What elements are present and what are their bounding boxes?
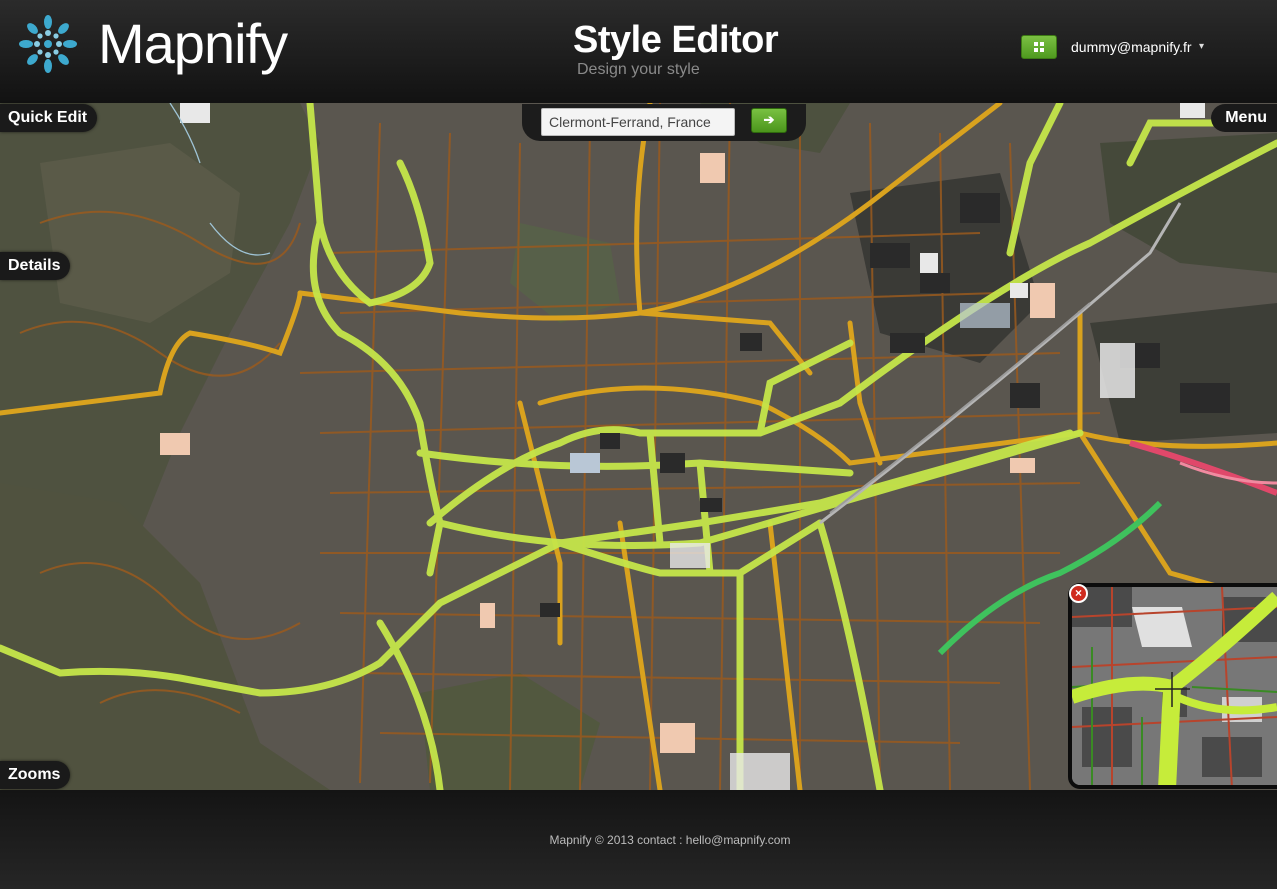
arrow-right-icon: ➔: [763, 112, 775, 127]
quick-edit-button[interactable]: Quick Edit: [0, 104, 98, 132]
search-go-button[interactable]: ➔: [751, 108, 787, 133]
location-search-input[interactable]: [541, 108, 735, 136]
zoom-preview-inset[interactable]: [1068, 583, 1277, 789]
grid-icon: [1034, 42, 1044, 52]
zoom-preview-map: [1072, 587, 1277, 785]
app-header: Mapnify Style Editor Design your style d…: [0, 0, 1277, 104]
user-menu[interactable]: dummy@mapnify.fr: [1071, 39, 1192, 55]
details-button[interactable]: Details: [0, 252, 71, 280]
page-title: Style Editor: [573, 19, 779, 61]
page-subtitle: Design your style: [577, 61, 700, 78]
footer-copyright: Mapnify © 2013 contact : hello@mapnify.c…: [549, 833, 791, 847]
chevron-down-icon[interactable]: ▾: [1199, 40, 1204, 54]
zooms-button[interactable]: Zooms: [0, 761, 71, 789]
brand-name[interactable]: Mapnify: [98, 12, 288, 76]
apps-button[interactable]: [1021, 35, 1057, 59]
flower-logo-icon[interactable]: [16, 12, 80, 76]
close-icon[interactable]: ×: [1069, 584, 1088, 603]
menu-button[interactable]: Menu: [1211, 104, 1277, 132]
